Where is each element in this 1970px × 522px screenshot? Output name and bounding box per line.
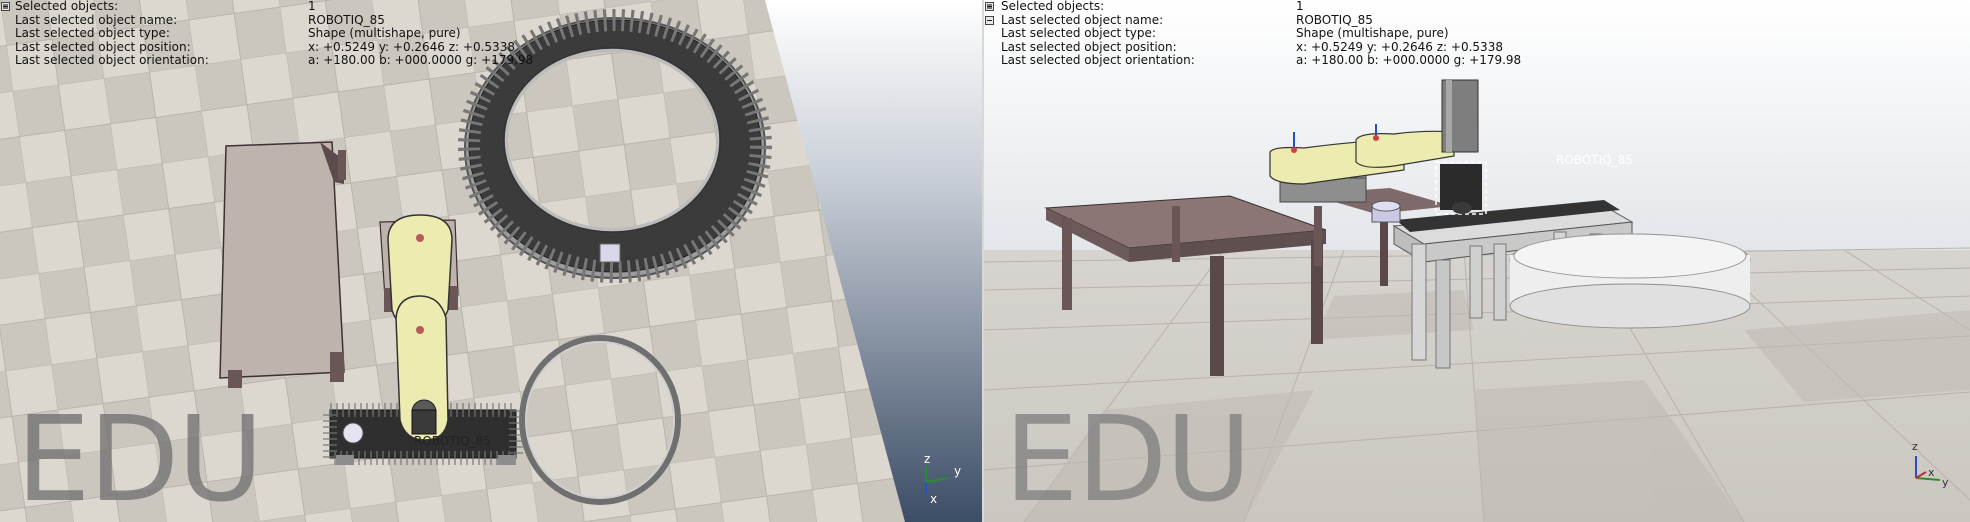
edu-watermark: EDU xyxy=(16,390,264,522)
axis-label-y: y xyxy=(1942,476,1949,489)
right-cylinder-part xyxy=(1371,200,1401,223)
axis-label-x: x xyxy=(1928,466,1935,479)
object-label[interactable]: ROBOTIQ_85 xyxy=(1556,153,1633,167)
axis-label-y: y xyxy=(954,464,962,478)
axis-label-z: z xyxy=(924,452,931,466)
collapse-toggle-icon[interactable] xyxy=(985,2,994,11)
right-3d-viewport[interactable]: Selected objects: 1 Last selected object… xyxy=(984,0,1970,522)
axis-label-z: z xyxy=(1912,440,1918,453)
axis-gizmo: z y x xyxy=(912,452,972,516)
expand-toggle-icon[interactable] xyxy=(985,15,994,25)
left-3d-viewport[interactable]: Selected objects: 1 Last selected object… xyxy=(0,0,982,522)
object-label[interactable]: ROBOTIQ_85 xyxy=(414,434,491,448)
axis-label-x: x xyxy=(930,492,938,506)
left-wooden-table xyxy=(219,141,346,388)
edu-watermark: EDU xyxy=(1004,390,1252,522)
collapse-toggle-icon[interactable] xyxy=(1,2,10,11)
axis-gizmo: z y x xyxy=(1904,436,1964,500)
axis-triad-icon xyxy=(925,466,949,494)
